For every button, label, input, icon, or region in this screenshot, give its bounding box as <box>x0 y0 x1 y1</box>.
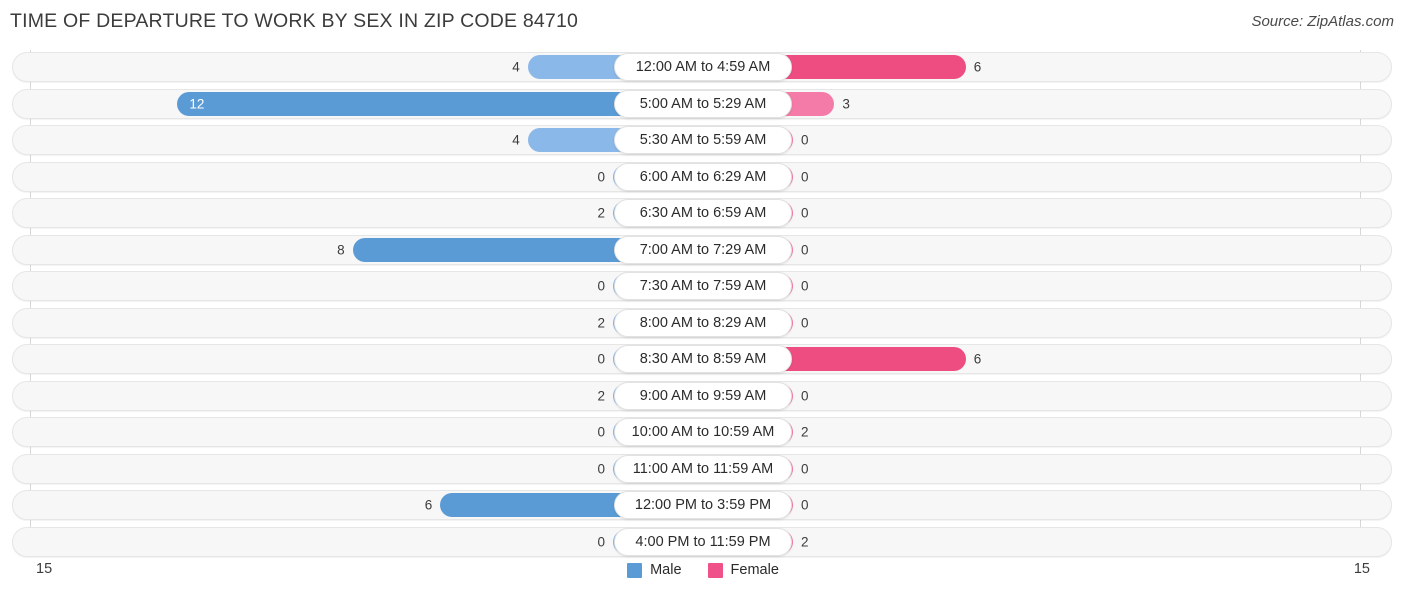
row-bars: 0 0 7:30 AM to 7:59 AM <box>0 271 1406 301</box>
category-label: 7:00 AM to 7:29 AM <box>614 235 792 264</box>
bar-rows: 4 6 12:00 AM to 4:59 AM 12 3 5:00 AM to 5:29 … <box>0 50 1406 561</box>
chart-row[interactable]: 12 3 5:00 AM to 5:29 AM <box>0 87 1406 124</box>
category-label: 5:30 AM to 5:59 AM <box>614 126 792 154</box>
row-bars: 2 0 9:00 AM to 9:59 AM <box>0 381 1406 411</box>
chart-footer: 15 15 Male Female <box>0 556 1406 595</box>
category-label: 5:00 AM to 5:29 AM <box>614 89 792 118</box>
bar-value-female: 6 <box>973 351 982 367</box>
row-bars: 0 2 4:00 PM to 11:59 PM <box>0 527 1406 557</box>
chart-row[interactable]: 0 0 11:00 AM to 11:59 AM <box>0 452 1406 489</box>
category-label: 4:00 PM to 11:59 PM <box>614 527 792 556</box>
bar-value-male: 0 <box>597 278 605 294</box>
bar-value-female: 0 <box>801 132 809 148</box>
legend-label-female: Female <box>730 562 779 578</box>
row-bars: 4 6 12:00 AM to 4:59 AM <box>0 52 1406 82</box>
bar-value-male: 4 <box>512 132 520 148</box>
bar-value-female: 2 <box>801 533 809 549</box>
chart-row[interactable]: 2 0 8:00 AM to 8:29 AM <box>0 306 1406 343</box>
legend-item-male[interactable]: Male <box>627 562 682 578</box>
category-label: 6:30 AM to 6:59 AM <box>614 199 792 227</box>
category-label: 8:00 AM to 8:29 AM <box>614 308 792 337</box>
bar-value-male: 12 <box>189 95 205 111</box>
row-bars: 2 0 8:00 AM to 8:29 AM <box>0 308 1406 338</box>
chart-root: TIME OF DEPARTURE TO WORK BY SEX IN ZIP … <box>0 0 1406 595</box>
category-label: 12:00 PM to 3:59 PM <box>614 491 792 519</box>
bar-value-male: 0 <box>597 460 605 476</box>
chart-row[interactable]: 0 2 10:00 AM to 10:59 AM <box>0 415 1406 452</box>
row-bars: 0 0 11:00 AM to 11:59 AM <box>0 454 1406 484</box>
chart-row[interactable]: 8 0 7:00 AM to 7:29 AM <box>0 233 1406 270</box>
row-bars: 0 0 6:00 AM to 6:29 AM <box>0 162 1406 192</box>
bar-value-female: 0 <box>801 497 809 513</box>
row-bars: 6 0 12:00 PM to 3:59 PM <box>0 490 1406 520</box>
chart-row[interactable]: 0 0 6:00 AM to 6:29 AM <box>0 160 1406 197</box>
bar-value-female: 6 <box>973 59 982 75</box>
row-bars: 0 2 10:00 AM to 10:59 AM <box>0 417 1406 447</box>
chart-row[interactable]: 6 0 12:00 PM to 3:59 PM <box>0 488 1406 525</box>
row-bars: 12 3 5:00 AM to 5:29 AM <box>0 89 1406 119</box>
bar-value-male: 2 <box>597 205 605 221</box>
category-label: 6:00 AM to 6:29 AM <box>614 162 792 191</box>
bar-value-female: 3 <box>842 95 850 111</box>
row-bars: 0 6 8:30 AM to 8:59 AM <box>0 344 1406 374</box>
legend: Male Female <box>0 562 1406 578</box>
row-bars: 4 0 5:30 AM to 5:59 AM <box>0 125 1406 155</box>
bar-value-female: 0 <box>801 278 809 294</box>
category-label: 12:00 AM to 4:59 AM <box>614 53 792 81</box>
bar-value-female: 0 <box>801 314 809 330</box>
category-label: 10:00 AM to 10:59 AM <box>614 418 792 446</box>
bar-value-male: 8 <box>337 241 345 257</box>
bar-value-male: 4 <box>512 59 520 75</box>
legend-label-male: Male <box>650 562 682 578</box>
bar-value-male: 6 <box>424 497 433 513</box>
row-bars: 2 0 6:30 AM to 6:59 AM <box>0 198 1406 228</box>
category-label: 9:00 AM to 9:59 AM <box>614 381 792 410</box>
chart-row[interactable]: 4 0 5:30 AM to 5:59 AM <box>0 123 1406 160</box>
bar-value-male: 2 <box>597 387 605 403</box>
legend-item-female[interactable]: Female <box>707 562 779 578</box>
bar-value-female: 2 <box>801 424 809 440</box>
category-label: 7:30 AM to 7:59 AM <box>614 272 792 300</box>
plot-area: 4 6 12:00 AM to 4:59 AM 12 3 5:00 AM to 5:29 … <box>0 50 1406 557</box>
row-bars: 8 0 7:00 AM to 7:29 AM <box>0 235 1406 265</box>
bar-value-female: 0 <box>801 168 809 184</box>
bar-value-male: 0 <box>597 168 605 184</box>
bar-value-female: 0 <box>801 387 809 403</box>
chart-row[interactable]: 0 2 4:00 PM to 11:59 PM <box>0 525 1406 562</box>
legend-swatch-female-icon <box>707 562 723 578</box>
bar-value-male: 0 <box>597 351 605 367</box>
category-label: 11:00 AM to 11:59 AM <box>614 454 792 483</box>
legend-swatch-male-icon <box>627 562 643 578</box>
chart-row[interactable]: 0 6 8:30 AM to 8:59 AM <box>0 342 1406 379</box>
chart-row[interactable]: 2 0 9:00 AM to 9:59 AM <box>0 379 1406 416</box>
bar-value-male: 0 <box>597 533 605 549</box>
page-title: TIME OF DEPARTURE TO WORK BY SEX IN ZIP … <box>10 10 579 32</box>
source-attribution: Source: ZipAtlas.com <box>1251 13 1394 30</box>
chart-row[interactable]: 2 0 6:30 AM to 6:59 AM <box>0 196 1406 233</box>
bar-value-male: 2 <box>597 314 605 330</box>
chart-header: TIME OF DEPARTURE TO WORK BY SEX IN ZIP … <box>0 0 1406 46</box>
bar-value-female: 0 <box>801 205 809 221</box>
bar-value-female: 0 <box>801 460 809 476</box>
category-label: 8:30 AM to 8:59 AM <box>614 345 792 373</box>
bar-value-male: 0 <box>597 424 605 440</box>
chart-row[interactable]: 4 6 12:00 AM to 4:59 AM <box>0 50 1406 87</box>
chart-row[interactable]: 0 0 7:30 AM to 7:59 AM <box>0 269 1406 306</box>
bar-value-female: 0 <box>801 241 809 257</box>
